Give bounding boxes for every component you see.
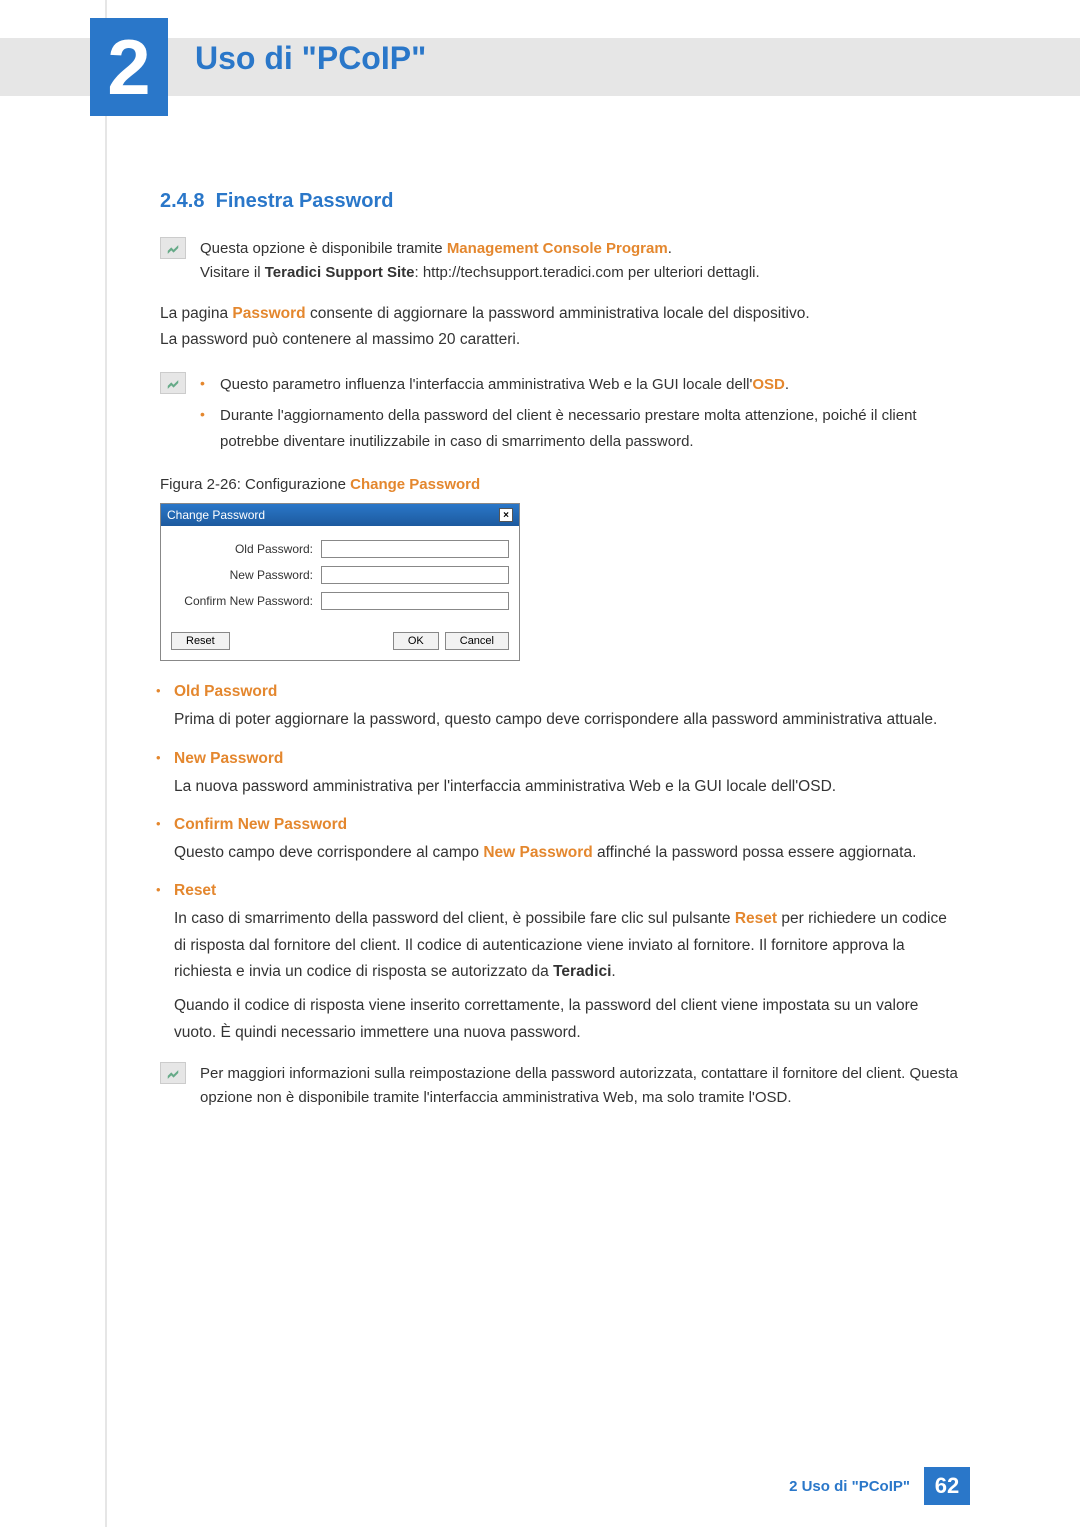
dialog-title-text: Change Password: [167, 508, 265, 522]
text: .: [668, 240, 672, 257]
text: La pagina: [160, 305, 232, 322]
reset-button[interactable]: Reset: [171, 632, 230, 650]
list-item: Questo parametro influenza l'interfaccia…: [220, 372, 960, 398]
field-desc: Prima di poter aggiornare la password, q…: [174, 707, 960, 733]
text: In caso di smarrimento della password de…: [174, 910, 735, 927]
chapter-number: 2: [107, 22, 150, 113]
text: Questo campo deve corrispondere al campo: [174, 844, 483, 861]
form-row-new: New Password:: [171, 566, 509, 584]
field-desc: In caso di smarrimento della password de…: [174, 906, 960, 985]
page-footer: 2 Uso di "PCoIP" 62: [789, 1467, 970, 1505]
text: consente di aggiornare la password ammin…: [306, 305, 810, 322]
field-reset: Reset In caso di smarrimento della passw…: [174, 882, 960, 1046]
note-icon: [160, 1062, 186, 1084]
form-row-confirm: Confirm New Password:: [171, 592, 509, 610]
text: .: [611, 963, 615, 980]
highlight: Password: [232, 305, 305, 322]
section-title: Finestra Password: [216, 190, 394, 212]
text: .: [785, 376, 789, 393]
confirm-password-label: Confirm New Password:: [171, 594, 321, 608]
highlight: Management Console Program: [447, 240, 668, 257]
note-text: Questa opzione è disponibile tramite Man…: [200, 237, 760, 285]
info-note-2: Questo parametro influenza l'interfaccia…: [160, 372, 960, 461]
footer-page-number: 62: [924, 1467, 970, 1505]
field-title: Old Password: [174, 683, 960, 701]
change-password-dialog: Change Password × Old Password: New Pass…: [160, 503, 520, 661]
text: Questa opzione è disponibile tramite: [200, 240, 447, 257]
dialog-titlebar: Change Password ×: [161, 504, 519, 526]
highlight: New Password: [483, 844, 592, 861]
note-icon: [160, 237, 186, 259]
text: Figura 2-26: Configurazione: [160, 476, 350, 493]
field-title: New Password: [174, 750, 960, 768]
paragraph: La pagina Password consente di aggiornar…: [160, 301, 960, 354]
highlight: Reset: [735, 910, 777, 927]
note-text: Per maggiori informazioni sulla reimpost…: [200, 1062, 960, 1110]
note-bullet-list: Questo parametro influenza l'interfaccia…: [200, 372, 960, 461]
text: : http://techsupport.teradici.com per ul…: [415, 264, 760, 281]
field-desc: La nuova password amministrativa per l'i…: [174, 774, 960, 800]
info-note-3: Per maggiori informazioni sulla reimpost…: [160, 1062, 960, 1110]
bold-text: Teradici Support Site: [265, 264, 415, 281]
bold-text: Teradici: [553, 963, 611, 980]
field-desc: Questo campo deve corrispondere al campo…: [174, 840, 960, 866]
chapter-number-block: 2: [90, 18, 168, 116]
chapter-title: Uso di "PCoIP": [195, 40, 426, 77]
figure-caption: Figura 2-26: Configurazione Change Passw…: [160, 476, 960, 493]
field-desc: Quando il codice di risposta viene inser…: [174, 993, 960, 1046]
dialog-body: Old Password: New Password: Confirm New …: [161, 526, 519, 624]
old-password-label: Old Password:: [171, 542, 321, 556]
dialog-buttons: Reset OK Cancel: [161, 624, 519, 660]
text: affinché la password possa essere aggior…: [593, 844, 917, 861]
close-icon[interactable]: ×: [499, 508, 513, 522]
button-group: OK Cancel: [393, 632, 509, 650]
cancel-button[interactable]: Cancel: [445, 632, 509, 650]
new-password-input[interactable]: [321, 566, 509, 584]
page-content: 2.4.8 Finestra Password Questa opzione è…: [160, 190, 960, 1126]
field-definitions: Old Password Prima di poter aggiornare l…: [160, 683, 960, 1046]
highlight: Change Password: [350, 476, 480, 493]
old-password-input[interactable]: [321, 540, 509, 558]
note-icon: [160, 372, 186, 394]
new-password-label: New Password:: [171, 568, 321, 582]
field-new-password: New Password La nuova password amministr…: [174, 750, 960, 800]
text: Questo parametro influenza l'interfaccia…: [220, 376, 752, 393]
left-margin-rule: [105, 0, 107, 1527]
field-title: Reset: [174, 882, 960, 900]
field-old-password: Old Password Prima di poter aggiornare l…: [174, 683, 960, 733]
info-note-1: Questa opzione è disponibile tramite Man…: [160, 237, 960, 285]
confirm-password-input[interactable]: [321, 592, 509, 610]
form-row-old: Old Password:: [171, 540, 509, 558]
field-confirm-password: Confirm New Password Questo campo deve c…: [174, 816, 960, 866]
section-heading: 2.4.8 Finestra Password: [160, 190, 960, 213]
highlight: OSD: [752, 376, 785, 393]
list-item: Durante l'aggiornamento della password d…: [220, 403, 960, 454]
footer-chapter-text: 2 Uso di "PCoIP": [789, 1478, 924, 1495]
field-title: Confirm New Password: [174, 816, 960, 834]
text: Visitare il: [200, 264, 265, 281]
section-number: 2.4.8: [160, 190, 204, 212]
ok-button[interactable]: OK: [393, 632, 439, 650]
text: La password può contenere al massimo 20 …: [160, 331, 520, 348]
